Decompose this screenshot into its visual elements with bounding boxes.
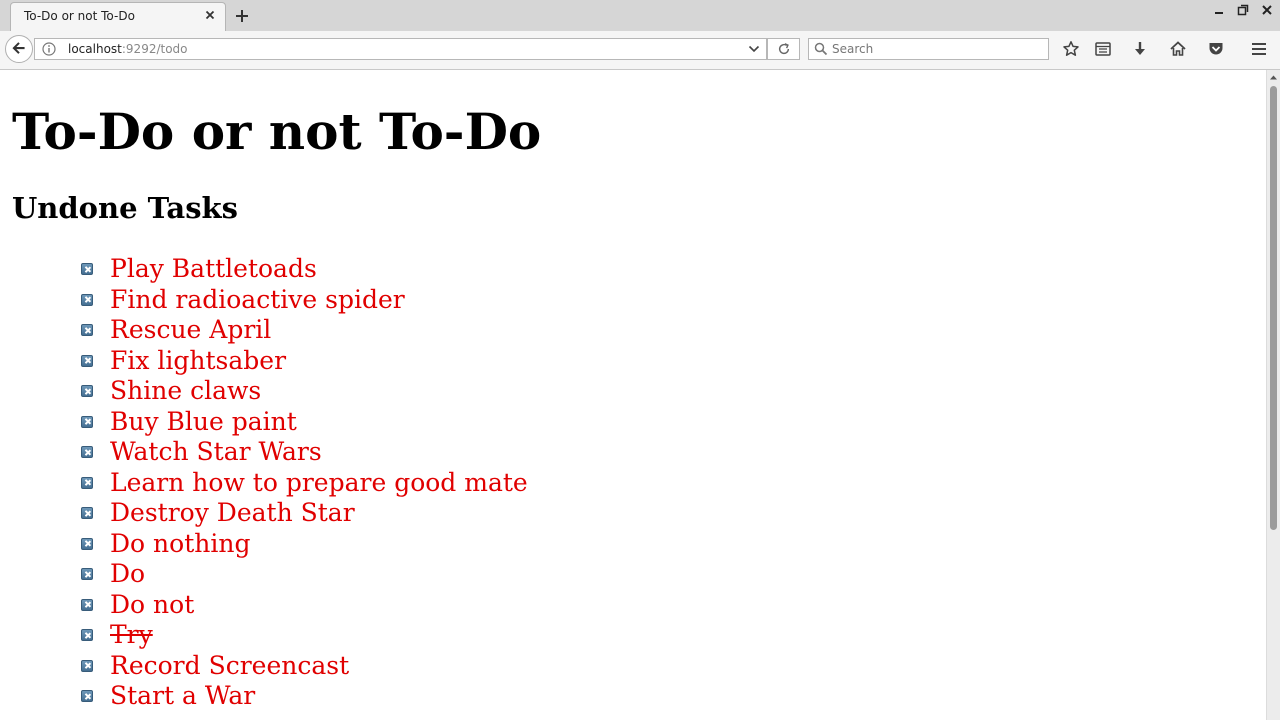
task-link[interactable]: Record Screencast [110, 651, 349, 681]
close-window-icon[interactable] [1261, 4, 1273, 16]
task-link[interactable]: Play Battletoads [110, 254, 317, 284]
delete-task-icon[interactable] [81, 476, 93, 489]
search-input[interactable] [832, 40, 1042, 58]
delete-task-icon[interactable] [81, 446, 93, 458]
task-link[interactable]: Start a War [110, 681, 255, 711]
vertical-scrollbar[interactable] [1266, 70, 1280, 720]
task-link[interactable]: Fix lightsaber [110, 346, 286, 376]
delete-task-icon[interactable] [81, 537, 93, 550]
delete-task-icon[interactable] [81, 629, 93, 641]
search-bar[interactable] [808, 38, 1049, 60]
task-link[interactable]: Watch Star Wars [110, 437, 322, 467]
download-icon[interactable] [1131, 40, 1149, 58]
menu-icon[interactable] [1250, 40, 1268, 58]
chevron-down-icon[interactable] [748, 44, 760, 54]
info-icon[interactable] [42, 42, 56, 56]
tab-title: To-Do or not To-Do [24, 9, 135, 23]
address-bar[interactable]: localhost:9292/todo [34, 38, 767, 60]
delete-task-icon[interactable] [81, 568, 93, 580]
url-text: localhost:9292/todo [68, 42, 188, 56]
scrollbar-thumb[interactable] [1270, 86, 1277, 530]
delete-task-icon[interactable] [81, 415, 93, 428]
delete-task-icon[interactable] [81, 385, 93, 397]
reload-button[interactable] [767, 38, 800, 60]
navigation-toolbar: localhost:9292/todo [0, 31, 1280, 70]
task-link[interactable]: Shine claws [110, 376, 261, 406]
delete-task-icon[interactable] [81, 324, 93, 336]
task-link[interactable]: Do not [110, 590, 194, 620]
page-content: To-Do or not To-Do Undone Tasks Play Bat… [0, 70, 1266, 720]
new-tab-icon[interactable] [234, 8, 250, 24]
task-link[interactable]: Try [110, 620, 153, 650]
reload-icon [778, 43, 790, 55]
delete-task-icon[interactable] [81, 354, 93, 367]
task-link[interactable]: Do nothing [110, 529, 250, 559]
browser-tab[interactable]: To-Do or not To-Do [10, 2, 226, 31]
delete-task-icon[interactable] [81, 598, 93, 611]
delete-task-icon[interactable] [81, 263, 93, 275]
back-button[interactable] [5, 35, 33, 63]
task-link[interactable]: Buy Blue paint [110, 407, 297, 437]
page-title: To-Do or not To-Do [12, 102, 542, 161]
delete-task-icon[interactable] [81, 507, 93, 519]
home-icon[interactable] [1169, 40, 1187, 58]
task-link[interactable]: Rescue April [110, 315, 271, 345]
delete-task-icon[interactable] [81, 293, 93, 306]
search-icon [814, 42, 828, 56]
restore-icon[interactable] [1237, 4, 1249, 16]
task-link[interactable]: Do [110, 559, 145, 589]
bookmarks-library-icon[interactable] [1094, 40, 1112, 58]
url-path: :9292/todo [121, 42, 188, 56]
back-arrow-icon [12, 42, 25, 54]
bookmark-star-icon[interactable] [1062, 40, 1080, 58]
delete-task-icon[interactable] [81, 659, 93, 672]
scroll-up-icon[interactable] [1269, 73, 1278, 82]
task-link[interactable]: Find radioactive spider [110, 285, 405, 315]
tab-close-icon[interactable] [203, 8, 217, 22]
task-link[interactable]: Learn how to prepare good mate [110, 468, 528, 498]
url-host: localhost [68, 42, 122, 56]
delete-task-icon[interactable] [81, 690, 93, 702]
task-link[interactable]: Destroy Death Star [110, 498, 355, 528]
section-heading: Undone Tasks [12, 191, 238, 225]
minimize-icon[interactable] [1213, 4, 1225, 16]
pocket-icon[interactable] [1207, 40, 1225, 58]
tab-strip: To-Do or not To-Do [0, 0, 1280, 31]
